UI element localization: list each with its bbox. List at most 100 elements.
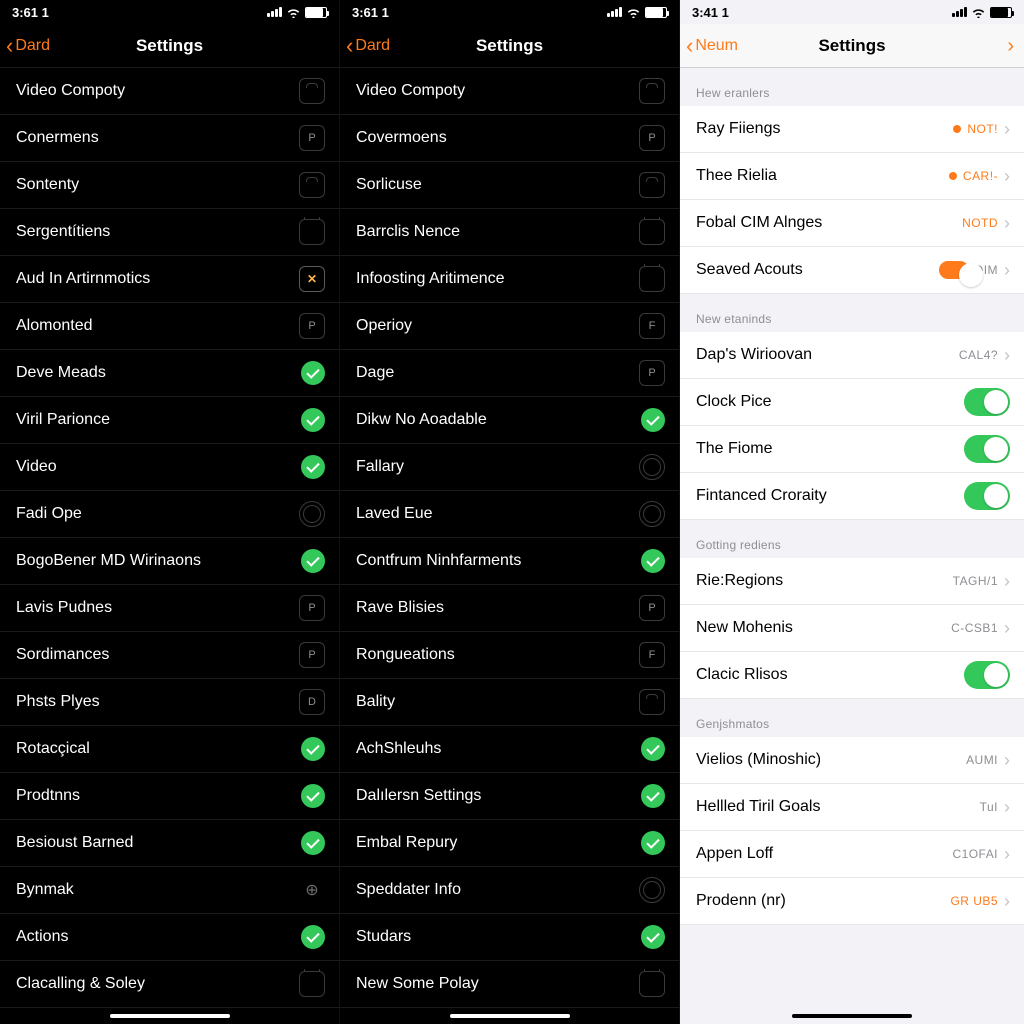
badge-p-icon bbox=[299, 125, 325, 151]
settings-row[interactable]: Ray Fiiengs NOT!› bbox=[680, 106, 1024, 153]
row-label: AchShleuhs bbox=[356, 740, 641, 758]
row-label: Sorlicuse bbox=[356, 176, 639, 194]
settings-row[interactable]: Fobal CIM Alnges NOTD› bbox=[680, 200, 1024, 247]
back-button[interactable]: ‹ Dard bbox=[346, 24, 390, 68]
mini-toggle[interactable] bbox=[939, 261, 969, 279]
back-button[interactable]: ‹ Dard bbox=[6, 24, 50, 68]
settings-row[interactable]: Dap's Wirioovan CAL4?› bbox=[680, 332, 1024, 379]
back-button[interactable]: ‹ Neum bbox=[686, 24, 738, 68]
settings-row[interactable]: Rave Blisies bbox=[340, 585, 679, 632]
settings-row[interactable]: Lavis Pudnes bbox=[0, 585, 339, 632]
forward-button[interactable]: › bbox=[1007, 24, 1014, 68]
settings-row[interactable]: Actions bbox=[0, 914, 339, 961]
settings-row[interactable]: Appen Loff C1OFAI› bbox=[680, 831, 1024, 878]
globe-icon bbox=[639, 454, 665, 480]
status-dot-icon bbox=[949, 172, 957, 180]
toggle-switch[interactable] bbox=[964, 661, 1010, 689]
settings-row[interactable]: BogoBener MD Wirinaons bbox=[0, 538, 339, 585]
settings-row[interactable]: Prodtnns bbox=[0, 773, 339, 820]
settings-row[interactable]: Deve Meads bbox=[0, 350, 339, 397]
settings-row[interactable]: Rongueations bbox=[340, 632, 679, 679]
badge-f-icon bbox=[639, 642, 665, 668]
row-label: New Some Polay bbox=[356, 975, 639, 993]
settings-row[interactable]: Operioy bbox=[340, 303, 679, 350]
badge-f-icon bbox=[639, 313, 665, 339]
settings-row[interactable]: Alomonted bbox=[0, 303, 339, 350]
chevron-right-icon: › bbox=[1004, 119, 1010, 140]
toggle-switch[interactable] bbox=[964, 482, 1010, 510]
settings-row[interactable]: The Fiome bbox=[680, 426, 1024, 473]
row-label: Rongueations bbox=[356, 646, 639, 664]
settings-row[interactable]: Covermoens bbox=[340, 115, 679, 162]
settings-row[interactable]: Fadi Ope bbox=[0, 491, 339, 538]
settings-row[interactable]: Dalılersn Settings bbox=[340, 773, 679, 820]
settings-row[interactable]: Speddater Info bbox=[340, 867, 679, 914]
settings-row[interactable]: Clacalling & Soley bbox=[0, 961, 339, 1008]
status-bar: 3:41 1 bbox=[680, 0, 1024, 24]
settings-row[interactable]: Infoosting Aritimence bbox=[340, 256, 679, 303]
settings-row[interactable]: Barrclis Nence bbox=[340, 209, 679, 256]
settings-row[interactable]: Bality bbox=[340, 679, 679, 726]
check-icon bbox=[301, 831, 325, 855]
settings-row[interactable]: Conermens bbox=[0, 115, 339, 162]
settings-row[interactable]: Fintanced Croraity bbox=[680, 473, 1024, 520]
settings-list[interactable]: Hew eranlers Ray Fiiengs NOT!› Thee Riel… bbox=[680, 68, 1024, 1024]
settings-row[interactable]: Video Compoty bbox=[340, 68, 679, 115]
home-indicator[interactable] bbox=[792, 1014, 912, 1018]
settings-row[interactable]: Sergentítiens bbox=[0, 209, 339, 256]
row-label: Lavis Pudnes bbox=[16, 599, 299, 617]
home-indicator[interactable] bbox=[450, 1014, 570, 1018]
badge-p-icon bbox=[639, 360, 665, 386]
settings-row[interactable]: Besioust Barned bbox=[0, 820, 339, 867]
settings-row[interactable]: Embal Repury bbox=[340, 820, 679, 867]
badge-p-icon bbox=[299, 595, 325, 621]
settings-row[interactable]: New Mohenis C-CSB1› bbox=[680, 605, 1024, 652]
settings-row[interactable]: Contfrum Ninhfarments bbox=[340, 538, 679, 585]
settings-row[interactable]: New Some Polay bbox=[340, 961, 679, 1008]
settings-row[interactable]: Seaved Acouts DIM› bbox=[680, 247, 1024, 294]
settings-row[interactable]: Rie:Regions TAGH/1› bbox=[680, 558, 1024, 605]
globe-icon bbox=[299, 501, 325, 527]
settings-row[interactable]: Vielios (Minoshic) AUMI› bbox=[680, 737, 1024, 784]
settings-row[interactable]: Bynmak bbox=[0, 867, 339, 914]
row-label: Bynmak bbox=[16, 881, 299, 899]
settings-list[interactable]: Video Compoty Conermens Sontenty Sergent… bbox=[0, 68, 339, 1024]
settings-row[interactable]: Fallary bbox=[340, 444, 679, 491]
settings-list[interactable]: Video Compoty Covermoens Sorlicuse Barrc… bbox=[340, 68, 679, 1024]
row-label: Operioy bbox=[356, 317, 639, 335]
settings-row[interactable]: Phsts Plyes bbox=[0, 679, 339, 726]
settings-row[interactable]: Thee Rielia CAR!-› bbox=[680, 153, 1024, 200]
check-icon bbox=[301, 925, 325, 949]
chevron-right-icon: › bbox=[1004, 260, 1010, 281]
settings-row[interactable]: Clacic Rlisos bbox=[680, 652, 1024, 699]
page-title: Settings bbox=[476, 36, 543, 56]
settings-row[interactable]: Rotacçical bbox=[0, 726, 339, 773]
wifi-icon bbox=[286, 7, 301, 18]
settings-row[interactable]: Viril Parionce bbox=[0, 397, 339, 444]
settings-row[interactable]: Sorlicuse bbox=[340, 162, 679, 209]
settings-row[interactable]: Sontenty bbox=[0, 162, 339, 209]
settings-row[interactable]: Aud In Artirnmotics bbox=[0, 256, 339, 303]
toggle-switch[interactable] bbox=[964, 435, 1010, 463]
check-icon bbox=[641, 831, 665, 855]
row-label: Sordimances bbox=[16, 646, 299, 664]
settings-row[interactable]: Dikw No Aoadable bbox=[340, 397, 679, 444]
globe-icon bbox=[639, 877, 665, 903]
settings-row[interactable]: Laved Eue bbox=[340, 491, 679, 538]
settings-row[interactable]: Sordimances bbox=[0, 632, 339, 679]
settings-row[interactable]: Dage bbox=[340, 350, 679, 397]
chevron-left-icon: ‹ bbox=[686, 35, 693, 57]
home-indicator[interactable] bbox=[110, 1014, 230, 1018]
row-label: Actions bbox=[16, 928, 301, 946]
settings-row[interactable]: Prodenn (nr) GR UB5› bbox=[680, 878, 1024, 925]
badge-p-icon bbox=[639, 125, 665, 151]
settings-row[interactable]: Video bbox=[0, 444, 339, 491]
check-icon bbox=[641, 408, 665, 432]
toggle-switch[interactable] bbox=[964, 388, 1010, 416]
settings-row[interactable]: Video Compoty bbox=[0, 68, 339, 115]
status-bar: 3:61 1 bbox=[0, 0, 339, 24]
settings-row[interactable]: AchShleuhs bbox=[340, 726, 679, 773]
settings-row[interactable]: Studars bbox=[340, 914, 679, 961]
settings-row[interactable]: Hellled Tiril Goals TuI› bbox=[680, 784, 1024, 831]
settings-row[interactable]: Clock Pice bbox=[680, 379, 1024, 426]
